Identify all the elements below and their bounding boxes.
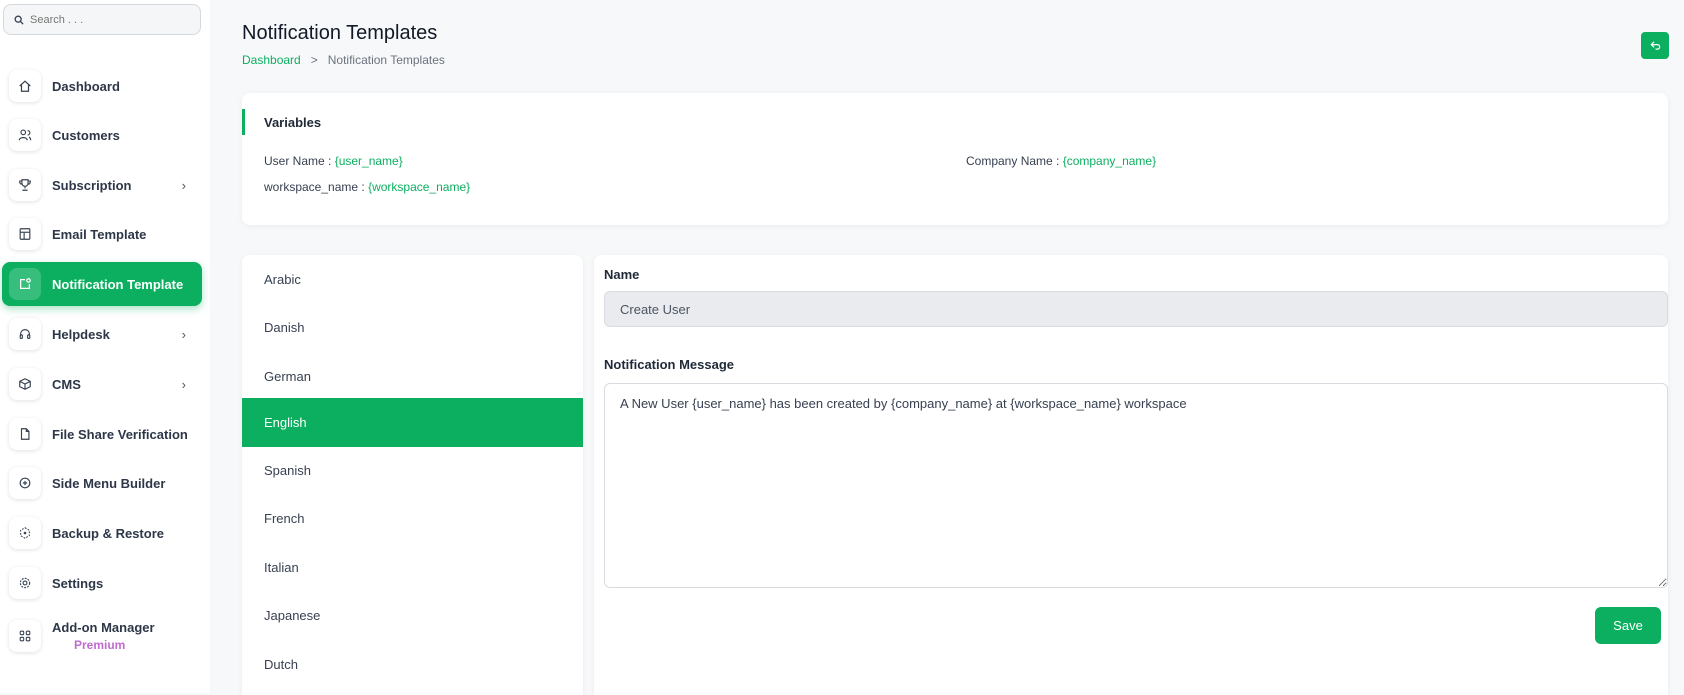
sidebar-item-label: Settings: [52, 575, 104, 591]
headset-icon: [9, 318, 41, 350]
sidebar-item-email-template[interactable]: Email Template: [2, 212, 202, 256]
variable-label: workspace_name :: [264, 180, 369, 194]
sidebar-item-label: Helpdesk: [52, 326, 110, 342]
breadcrumb-separator: >: [310, 53, 318, 67]
sidebar-item-cms[interactable]: CMS ›: [2, 362, 202, 406]
back-button[interactable]: [1641, 32, 1669, 59]
variable-user-name: User Name : {user_name}: [264, 154, 403, 168]
premium-badge: Premium: [74, 638, 126, 652]
template-form: Name Notification Message A New User {us…: [594, 255, 1668, 695]
sidebar-item-label: Backup & Restore: [52, 525, 164, 541]
sidebar-item-helpdesk[interactable]: Helpdesk ›: [2, 312, 202, 356]
gear-icon: [9, 567, 41, 599]
name-label: Name: [604, 267, 640, 282]
sidebar-item-notification-template[interactable]: Notification Template: [2, 262, 202, 306]
file-icon: [9, 418, 41, 450]
sidebar-item-label: Side Menu Builder: [52, 475, 166, 491]
back-arrow-icon: [1649, 41, 1660, 50]
language-item-english[interactable]: English: [242, 398, 583, 447]
variable-value: {workspace_name}: [368, 180, 471, 194]
backup-icon: [9, 517, 41, 549]
breadcrumb: Dashboard > Notification Templates: [242, 53, 445, 67]
chevron-right-icon: ›: [181, 177, 186, 193]
language-list: Arabic Danish German English Spanish Fre…: [242, 255, 583, 695]
sidebar-item-label: Email Template: [52, 226, 147, 242]
sidebar-item-subscription[interactable]: Subscription ›: [2, 163, 202, 207]
breadcrumb-link-dashboard[interactable]: Dashboard: [242, 53, 301, 67]
sidebar-item-settings[interactable]: Settings: [2, 561, 202, 605]
variables-title: Variables: [264, 115, 322, 130]
notification-icon: [9, 268, 41, 300]
variable-value: {company_name}: [1062, 154, 1157, 168]
language-item-danish[interactable]: Danish: [242, 303, 583, 352]
variables-card: Variables User Name : {user_name} Compan…: [242, 93, 1668, 225]
sidebar-item-label: Subscription: [52, 177, 132, 193]
language-item-french[interactable]: French: [242, 494, 583, 543]
trophy-icon: [9, 169, 41, 201]
notification-message-field[interactable]: A New User {user_name} has been created …: [604, 383, 1668, 588]
language-item-italian[interactable]: Italian: [242, 543, 583, 592]
language-item-japanese[interactable]: Japanese: [242, 591, 583, 640]
notification-message-label: Notification Message: [604, 357, 735, 372]
variable-value: {user_name}: [334, 154, 403, 168]
users-icon: [9, 119, 41, 151]
sidebar-item-dashboard[interactable]: Dashboard: [2, 64, 202, 108]
sidebar-item-label: Add-on Manager: [52, 620, 155, 635]
sidebar-item-backup-restore[interactable]: Backup & Restore: [2, 511, 202, 555]
page-title: Notification Templates: [242, 22, 438, 44]
card-accent-bar: [242, 109, 245, 135]
search-input[interactable]: [30, 13, 190, 26]
sidebar-item-customers[interactable]: Customers: [2, 113, 202, 157]
sidebar-item-label: Notification Template: [52, 276, 184, 292]
variable-label: User Name :: [264, 154, 335, 168]
sidebar-item-label: Customers: [52, 127, 120, 143]
chevron-right-icon: ›: [181, 376, 186, 392]
box-icon: [9, 368, 41, 400]
search-icon: [14, 15, 24, 25]
sidebar: Dashboard Customers Subscription › Email…: [0, 0, 210, 693]
name-field[interactable]: [604, 291, 1668, 327]
breadcrumb-current: Notification Templates: [327, 53, 445, 67]
variable-workspace-name: workspace_name : {workspace_name}: [264, 180, 470, 194]
plus-circle-icon: [9, 467, 41, 499]
sidebar-item-side-menu-builder[interactable]: Side Menu Builder: [2, 461, 202, 505]
home-icon: [9, 70, 41, 102]
sidebar-item-label: File Share Verification: [52, 426, 188, 442]
template-icon: [9, 218, 41, 250]
variable-label: Company Name :: [966, 154, 1063, 168]
grid-icon: [9, 620, 41, 652]
language-item-dutch[interactable]: Dutch: [242, 640, 583, 689]
language-item-arabic[interactable]: Arabic: [242, 255, 583, 304]
variable-company-name: Company Name : {company_name}: [966, 154, 1156, 168]
sidebar-item-file-share-verification[interactable]: File Share Verification: [2, 412, 202, 456]
language-item-spanish[interactable]: Spanish: [242, 446, 583, 495]
search-box[interactable]: [3, 4, 201, 35]
save-button[interactable]: Save: [1595, 607, 1661, 644]
language-item-german[interactable]: German: [242, 352, 583, 401]
sidebar-item-label: CMS: [52, 376, 81, 392]
sidebar-item-label: Dashboard: [52, 78, 120, 94]
chevron-right-icon: ›: [181, 326, 186, 342]
